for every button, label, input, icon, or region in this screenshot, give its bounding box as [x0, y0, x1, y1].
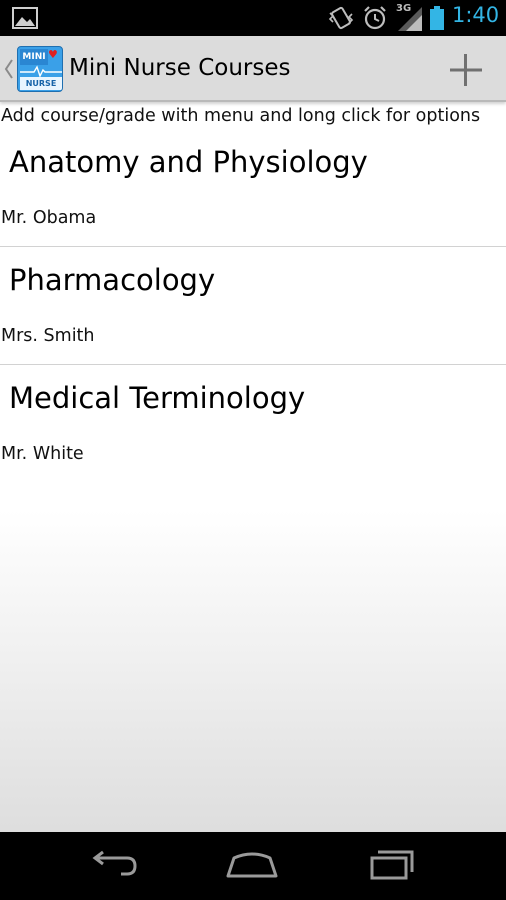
course-name: Anatomy and Physiology [9, 145, 368, 179]
heartbeat-icon [20, 65, 62, 77]
page-title: Mini Nurse Courses [69, 55, 291, 81]
course-name: Pharmacology [9, 263, 216, 297]
heart-icon: ♥ [48, 48, 58, 61]
logo-mini-text: MINI [20, 49, 48, 65]
vibrate-icon [328, 6, 354, 30]
app-logo[interactable]: MINI ♥ NURSE [17, 46, 63, 92]
back-icon[interactable] [83, 844, 143, 884]
logo-nurse-text: NURSE [20, 77, 62, 90]
action-bar: MINI ♥ NURSE Mini Nurse Courses [0, 36, 506, 102]
battery-icon [430, 6, 444, 30]
course-teacher: Mrs. Smith [1, 326, 95, 346]
alarm-icon [364, 6, 386, 30]
clock: 1:40 [452, 3, 500, 27]
course-teacher: Mr. White [1, 444, 84, 464]
navigation-bar [0, 832, 506, 900]
recent-apps-icon[interactable] [362, 844, 422, 884]
signal-icon [398, 7, 422, 31]
course-name: Medical Terminology [9, 381, 306, 415]
list-item[interactable]: Medical Terminology Mr. White [0, 365, 506, 483]
list-item[interactable]: Anatomy and Physiology Mr. Obama [0, 129, 506, 247]
status-bar: 3G 1:40 [0, 0, 506, 36]
home-icon[interactable] [222, 844, 282, 884]
add-course-button[interactable] [442, 48, 490, 92]
hint-text: Add course/grade with menu and long clic… [1, 106, 481, 126]
list-item[interactable]: Pharmacology Mrs. Smith [0, 247, 506, 365]
up-chevron-icon[interactable] [4, 58, 14, 80]
course-teacher: Mr. Obama [1, 208, 97, 228]
gallery-icon [12, 7, 38, 29]
